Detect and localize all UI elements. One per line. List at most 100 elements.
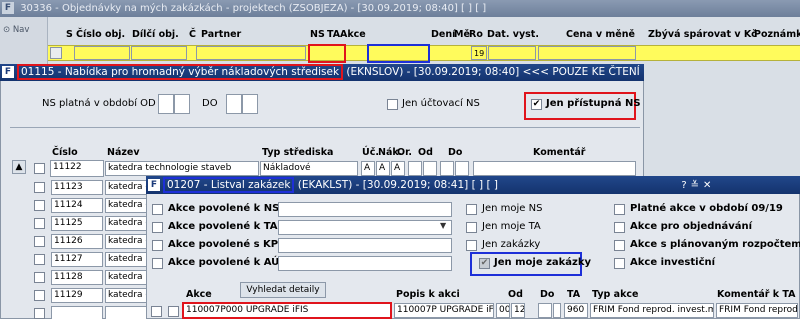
- ns-row-number[interactable]: 11126: [51, 234, 103, 249]
- ns-row-name[interactable]: katedra u: [105, 252, 149, 267]
- ns-row-checkbox[interactable]: [34, 200, 45, 211]
- cell-cena[interactable]: [538, 46, 636, 60]
- cell-akce-highlight[interactable]: [367, 44, 430, 63]
- ns-row-number[interactable]: 11129: [51, 288, 103, 303]
- only-contracts-checkbox[interactable]: [466, 240, 477, 251]
- ns-row-checkbox[interactable]: [34, 272, 45, 283]
- akce-ns-field[interactable]: [278, 202, 452, 217]
- ns-row-number[interactable]: [51, 306, 103, 319]
- cell-dat-vyst[interactable]: [488, 46, 536, 60]
- akce-col-akce: Akce: [186, 289, 212, 300]
- ns-col-cislo: Číslo: [52, 147, 78, 158]
- scroll-up-icon[interactable]: ▲: [12, 160, 26, 174]
- ns-col-typ: Typ střediska: [262, 147, 334, 158]
- ns-row-checkbox[interactable]: [34, 236, 45, 247]
- ns-row-uc[interactable]: A: [361, 161, 375, 176]
- only-accounting-checkbox[interactable]: [387, 99, 398, 110]
- akce-row-od[interactable]: 00: [496, 303, 510, 318]
- ns-row-comment[interactable]: [473, 161, 636, 176]
- akce-dialog-title-code: 01207 - Listval zakázek: [163, 177, 295, 193]
- akce-ta-checkbox[interactable]: [152, 222, 163, 233]
- budget-actions-checkbox[interactable]: [614, 240, 625, 251]
- akce-row-do2[interactable]: [553, 303, 561, 318]
- ns-row-or[interactable]: A: [391, 161, 405, 176]
- valid-to-month[interactable]: [226, 94, 242, 114]
- cell-ro[interactable]: 19: [471, 46, 487, 60]
- ns-row-od[interactable]: [408, 161, 422, 176]
- search-details-button[interactable]: Vyhledat detaily: [240, 282, 326, 298]
- ns-row-name[interactable]: katedra e: [105, 198, 149, 213]
- col-akce: Akce: [340, 29, 366, 40]
- akce-kp-label: Akce povolené s KP: [168, 239, 279, 250]
- akce-ta-select[interactable]: [278, 220, 452, 235]
- minimize-icon[interactable]: ≚: [691, 177, 699, 194]
- valid-to-year[interactable]: [242, 94, 258, 114]
- ns-row-number[interactable]: 11124: [51, 198, 103, 213]
- akce-dialog-titlebar[interactable]: F 01207 - Listval zakázek (EKAKLST) - [30…: [146, 176, 800, 194]
- akce-row-checkbox[interactable]: [151, 306, 162, 317]
- valid-from-year[interactable]: [174, 94, 190, 114]
- cell-partner[interactable]: [196, 46, 306, 60]
- akce-ns-checkbox[interactable]: [152, 204, 163, 215]
- akce-row-typ[interactable]: FRIM Fond reprod. invest.maj.*: [590, 303, 714, 318]
- only-my-contracts-checkbox[interactable]: ✔: [479, 258, 490, 269]
- ns-row-number[interactable]: 11123: [51, 180, 103, 195]
- ns-row-name[interactable]: katedra e: [105, 216, 149, 231]
- ns-row-name[interactable]: katedra u: [105, 270, 149, 285]
- ns-row-checkbox[interactable]: [34, 254, 45, 265]
- ns-row-type[interactable]: Nákladové: [260, 161, 358, 176]
- ns-row-number[interactable]: 11128: [51, 270, 103, 285]
- only-accessible-checkbox[interactable]: ✔: [531, 99, 542, 110]
- ns-row-number[interactable]: 11122: [50, 160, 104, 177]
- ns-row-checkbox[interactable]: [34, 308, 45, 319]
- ns-row-checkbox[interactable]: [34, 163, 45, 174]
- ns-row-do2[interactable]: [455, 161, 469, 176]
- akce-row-ta[interactable]: 960: [564, 303, 588, 318]
- ns-col-od: Od: [418, 147, 433, 158]
- akce-col-od: Od: [508, 289, 523, 300]
- ns-row-od2[interactable]: [423, 161, 437, 176]
- valid-from-month[interactable]: [158, 94, 174, 114]
- order-actions-checkbox[interactable]: [614, 222, 625, 233]
- col-ro: Ro: [469, 29, 483, 40]
- row-selector[interactable]: [50, 47, 62, 59]
- ns-row-name[interactable]: katedra e: [105, 234, 149, 249]
- ns-row-number[interactable]: 11125: [51, 216, 103, 231]
- ns-row-name[interactable]: katedra technologie staveb: [105, 161, 259, 176]
- cell-cislo-obj[interactable]: [74, 46, 130, 60]
- ns-row-name[interactable]: katedra e: [105, 288, 149, 303]
- only-my-contracts-label: Jen moje zakázky: [494, 257, 592, 268]
- ns-col-or: Or.: [397, 147, 413, 158]
- invest-actions-checkbox[interactable]: [614, 258, 625, 269]
- ns-row-name[interactable]: [105, 306, 149, 319]
- help-icon[interactable]: ?: [681, 177, 686, 194]
- akce-kp-checkbox[interactable]: [152, 240, 163, 251]
- ns-row-nak[interactable]: A: [376, 161, 390, 176]
- akce-row-select[interactable]: [168, 306, 179, 317]
- akce-row-komentar[interactable]: FRIM Fond reprodu: [716, 303, 798, 318]
- ns-row-do[interactable]: [440, 161, 454, 176]
- cell-ns-highlight[interactable]: [308, 44, 346, 63]
- only-my-ns-checkbox[interactable]: [466, 204, 477, 215]
- chevron-down-icon[interactable]: ▼: [440, 221, 446, 230]
- ns-row-checkbox[interactable]: [34, 290, 45, 301]
- akce-row-od2[interactable]: 12: [511, 303, 525, 318]
- close-icon[interactable]: ✕: [703, 177, 711, 194]
- only-my-ta-checkbox[interactable]: [466, 222, 477, 233]
- ns-row-checkbox[interactable]: [34, 218, 45, 229]
- main-window-titlebar[interactable]: F 30336 - Objednávky na mých zakázkách -…: [0, 0, 800, 17]
- akce-au-checkbox[interactable]: [152, 258, 163, 269]
- invest-actions-label: Akce investiční: [630, 257, 716, 268]
- akce-au-field[interactable]: [278, 256, 452, 271]
- ns-row-checkbox[interactable]: [34, 182, 45, 193]
- nav-button[interactable]: ⊙ Nav: [3, 25, 29, 35]
- ns-row-number[interactable]: 11127: [51, 252, 103, 267]
- akce-row-popis[interactable]: 110007P UPGRADE iFIS: [394, 303, 494, 318]
- valid-actions-checkbox[interactable]: [614, 204, 625, 215]
- ns-dialog-titlebar[interactable]: F 01115 - Nabídka pro hromadný výběr nákl…: [0, 64, 644, 81]
- ns-row-name[interactable]: katedra e: [105, 180, 149, 195]
- akce-kp-field[interactable]: [278, 238, 452, 253]
- cell-dilci-obj[interactable]: [131, 46, 187, 60]
- akce-row-do[interactable]: [538, 303, 552, 318]
- akce-row-akce[interactable]: 110007P000 UPGRADE iFIS: [182, 302, 392, 319]
